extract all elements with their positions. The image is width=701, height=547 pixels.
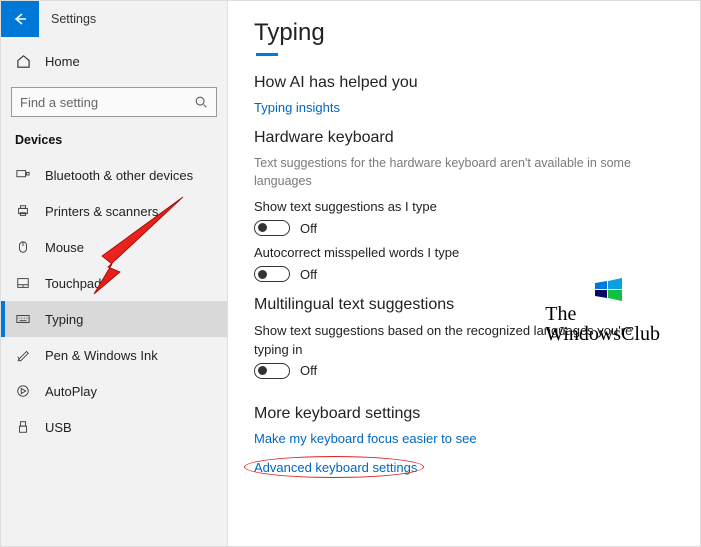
toggle-state: Off (300, 363, 317, 378)
printer-icon (15, 204, 31, 218)
section-heading: How AI has helped you (254, 74, 674, 92)
section-heading: Multilingual text suggestions (254, 296, 674, 314)
sidebar-item-label: Typing (45, 312, 83, 327)
sidebar: Settings Home Devices Bluetooth & other … (1, 1, 228, 546)
toggle-switch[interactable] (254, 266, 290, 282)
home-icon (15, 54, 31, 69)
toggle-switch[interactable] (254, 220, 290, 236)
sidebar-item-label: Touchpad (45, 276, 101, 291)
sidebar-item-touchpad[interactable]: Touchpad (1, 265, 227, 301)
content-pane: Typing How AI has helped you Typing insi… (228, 1, 700, 546)
search-box[interactable] (11, 87, 217, 117)
autoplay-icon (15, 384, 31, 398)
section-heading: Hardware keyboard (254, 129, 674, 147)
sidebar-item-typing[interactable]: Typing (1, 301, 227, 337)
search-icon (194, 95, 208, 109)
mouse-icon (15, 240, 31, 254)
sidebar-item-autoplay[interactable]: AutoPlay (1, 373, 227, 409)
touchpad-icon (15, 276, 31, 290)
section-multilingual: Multilingual text suggestions Show text … (254, 296, 674, 378)
sidebar-item-pen[interactable]: Pen & Windows Ink (1, 337, 227, 373)
topbar: Settings (1, 1, 227, 37)
sidebar-item-label: Bluetooth & other devices (45, 168, 193, 183)
sidebar-item-printers[interactable]: Printers & scanners (1, 193, 227, 229)
sidebar-item-usb[interactable]: USB (1, 409, 227, 445)
link-advanced-keyboard[interactable]: Advanced keyboard settings (254, 460, 417, 475)
toggle-text-suggestions: Off (254, 220, 674, 236)
bluetooth-icon (15, 168, 31, 182)
sidebar-item-label: USB (45, 420, 72, 435)
toggle-state: Off (300, 267, 317, 282)
arrow-left-icon (12, 11, 28, 27)
setting-label: Show text suggestions based on the recog… (254, 322, 634, 358)
search-input[interactable] (20, 95, 180, 110)
sidebar-home[interactable]: Home (1, 43, 227, 79)
sidebar-item-label: Printers & scanners (45, 204, 158, 219)
back-button[interactable] (1, 1, 39, 37)
toggle-autocorrect: Off (254, 266, 674, 282)
sidebar-item-label: Pen & Windows Ink (45, 348, 158, 363)
page-title: Typing (254, 19, 674, 47)
sidebar-item-label: Mouse (45, 240, 84, 255)
setting-label: Autocorrect misspelled words I type (254, 244, 634, 262)
section-description: Text suggestions for the hardware keyboa… (254, 155, 634, 190)
toggle-state: Off (300, 221, 317, 236)
sidebar-home-label: Home (45, 54, 80, 69)
toggle-multilingual: Off (254, 363, 674, 379)
link-typing-insights[interactable]: Typing insights (254, 100, 340, 115)
toggle-switch[interactable] (254, 363, 290, 379)
sidebar-item-mouse[interactable]: Mouse (1, 229, 227, 265)
sidebar-section-label: Devices (1, 129, 227, 157)
link-keyboard-focus[interactable]: Make my keyboard focus easier to see (254, 431, 477, 446)
sidebar-item-bluetooth[interactable]: Bluetooth & other devices (1, 157, 227, 193)
section-heading: More keyboard settings (254, 405, 674, 423)
pen-icon (15, 348, 31, 362)
section-ai: How AI has helped you Typing insights (254, 74, 674, 115)
title-underline (256, 53, 278, 56)
setting-label: Show text suggestions as I type (254, 198, 634, 216)
section-more-keyboard: More keyboard settings Make my keyboard … (254, 405, 674, 475)
keyboard-icon (15, 312, 31, 326)
settings-label: Settings (39, 12, 96, 26)
section-hardware-keyboard: Hardware keyboard Text suggestions for t… (254, 129, 674, 282)
sidebar-item-label: AutoPlay (45, 384, 97, 399)
usb-icon (15, 420, 31, 434)
